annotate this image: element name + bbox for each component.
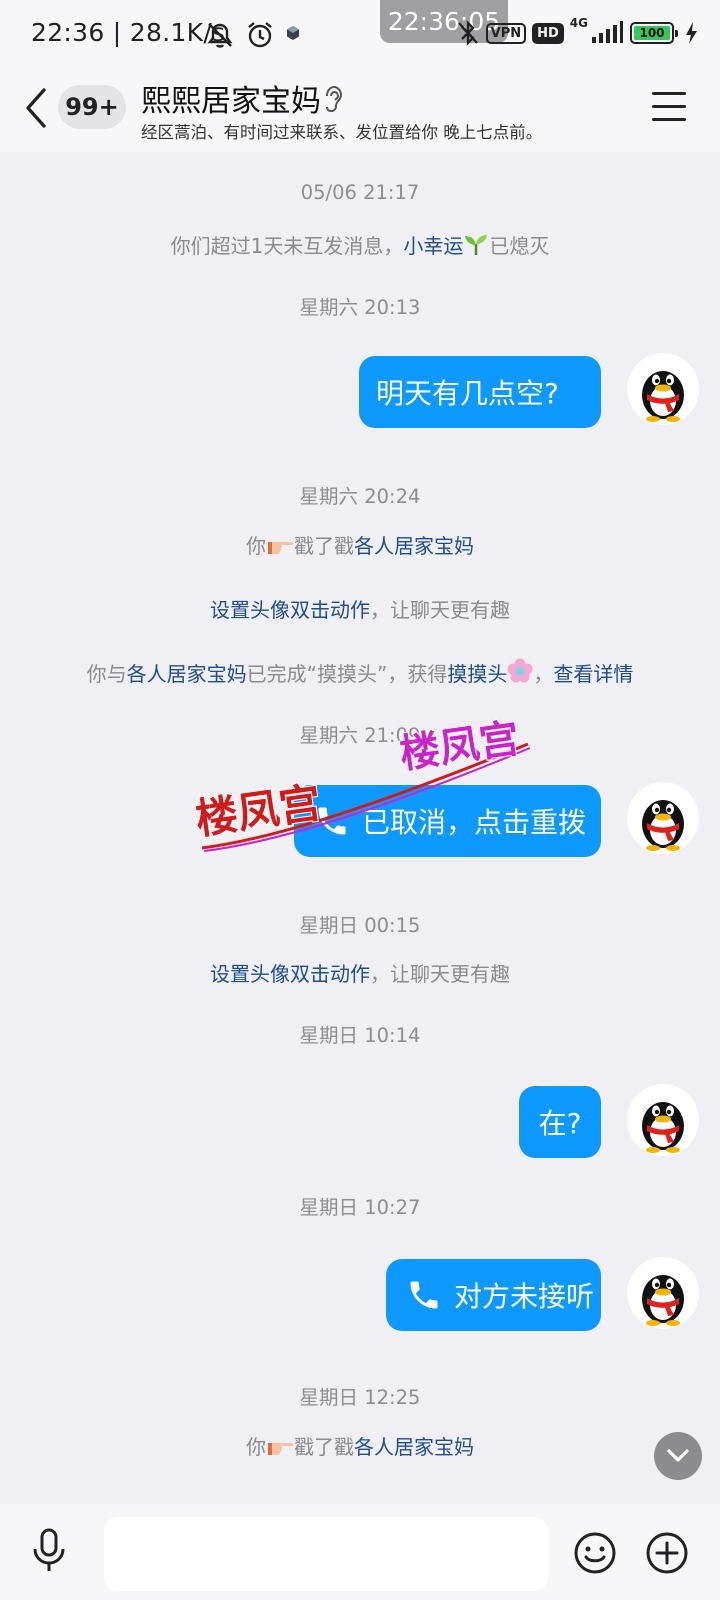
poke-notice: 你戳了戳各人居家宝妈 — [246, 534, 474, 558]
phone-icon — [410, 1281, 438, 1309]
timestamp: 星期日 10:14 — [299, 1024, 421, 1047]
menu-line — [652, 105, 686, 108]
menu-button[interactable] — [652, 92, 686, 122]
pointing-hand-icon — [268, 1443, 294, 1455]
plus-icon[interactable] — [645, 1531, 689, 1575]
menu-line — [652, 118, 686, 121]
message-text: 在? — [538, 1107, 582, 1140]
avatar[interactable] — [627, 782, 699, 854]
vpn-indicator: VPN — [485, 22, 527, 44]
contact-link[interactable]: 各人居家宝妈 — [354, 534, 474, 558]
avatar[interactable] — [627, 353, 699, 425]
watermark-stamp: 楼凤宫 楼凤宫 — [192, 715, 531, 852]
poke-notice: 你戳了戳各人居家宝妈 — [246, 1435, 474, 1459]
signal-icon — [592, 21, 623, 43]
view-details-link[interactable]: 查看详情 — [553, 662, 633, 686]
watermark-text-red: 楼凤宫 — [193, 778, 325, 844]
timestamp: 星期六 20:24 — [299, 485, 421, 508]
timestamp: 星期日 12:25 — [299, 1386, 421, 1409]
status-time: 22:36 — [31, 18, 105, 47]
hd-indicator: HD — [532, 22, 564, 44]
pat-head-link[interactable]: 摸摸头 — [447, 662, 507, 686]
unread-count-badge[interactable]: 99+ — [58, 85, 126, 129]
message-bubble[interactable]: 在? — [519, 1086, 601, 1158]
call-missed-bubble[interactable]: 对方未接听 — [386, 1259, 601, 1331]
menu-line — [652, 92, 686, 95]
input-bar — [0, 1504, 720, 1600]
battery-icon: 100 — [630, 22, 678, 44]
battery-level: 100 — [634, 26, 670, 40]
penguin-avatar-icon — [642, 371, 684, 422]
chat-title[interactable]: 熙熙居家宝妈 — [141, 76, 321, 120]
timestamp: 星期日 00:15 — [299, 914, 421, 937]
tip-avatar-action: 设置头像双击动作，让聊天更有趣 — [210, 962, 510, 986]
app-cube-icon — [287, 26, 299, 40]
network-type: 4G — [569, 16, 588, 30]
call-status-text: 对方未接听 — [454, 1280, 595, 1313]
message-bubble[interactable]: 明天有几点空? — [359, 356, 601, 428]
avatar[interactable] — [627, 1257, 699, 1329]
emoji-icon[interactable] — [573, 1531, 617, 1575]
alarm-icon — [248, 22, 272, 48]
chat-header: 99+ 熙熙居家宝妈 经区蒿泊、有时间过来联系、发位置给你 晚上七点前。 — [0, 68, 720, 152]
back-button[interactable] — [22, 84, 52, 132]
contact-link[interactable]: 各人居家宝妈 — [127, 662, 247, 686]
avatar[interactable] — [627, 1084, 699, 1156]
status-left: 22:36 | 28.1K/s — [31, 18, 226, 47]
penguin-avatar-icon — [642, 800, 684, 851]
system-message-streak: 你们超过1天未互发消息，小幸运 已熄灭 — [170, 234, 550, 258]
penguin-avatar-icon — [642, 1102, 684, 1153]
ear-icon[interactable] — [322, 84, 344, 114]
sprout-icon — [465, 235, 488, 255]
streak-link[interactable]: 小幸运 — [403, 234, 463, 258]
avatar-action-link[interactable]: 设置头像双击动作 — [210, 962, 370, 986]
status-bar: 22:36 | 28.1K/s 22:36:05 VPN HD 4G 100 — [0, 0, 720, 68]
contact-link[interactable]: 各人居家宝妈 — [354, 1435, 474, 1459]
pointing-hand-icon — [268, 542, 294, 554]
mute-bell-icon — [207, 23, 233, 48]
bluetooth-off-icon — [457, 20, 478, 46]
microphone-icon[interactable] — [30, 1527, 68, 1573]
message-text: 明天有几点空? — [376, 377, 559, 410]
timestamp: 05/06 21:17 — [300, 181, 420, 204]
chat-subtitle: 经区蒿泊、有时间过来联系、发位置给你 晚上七点前。 — [141, 123, 543, 142]
charging-bolt-icon — [686, 22, 697, 44]
chevron-down-icon — [667, 1449, 689, 1462]
flower-icon — [507, 658, 533, 683]
timestamp: 星期六 20:13 — [299, 296, 421, 319]
penguin-avatar-icon — [642, 1275, 684, 1326]
tip-avatar-action: 设置头像双击动作，让聊天更有趣 — [210, 598, 510, 622]
message-input[interactable] — [104, 1517, 548, 1591]
status-right: VPN HD 4G 100 — [456, 16, 698, 48]
achievement-notice: 你与各人居家宝妈已完成“摸摸头”，获得摸摸头 ，查看详情 — [0, 658, 720, 687]
avatar-action-link[interactable]: 设置头像双击动作 — [210, 598, 370, 622]
timestamp: 星期日 10:27 — [299, 1196, 421, 1219]
scroll-to-bottom-button[interactable] — [654, 1432, 702, 1480]
watermark-text-magenta: 楼凤宫 — [397, 716, 522, 778]
